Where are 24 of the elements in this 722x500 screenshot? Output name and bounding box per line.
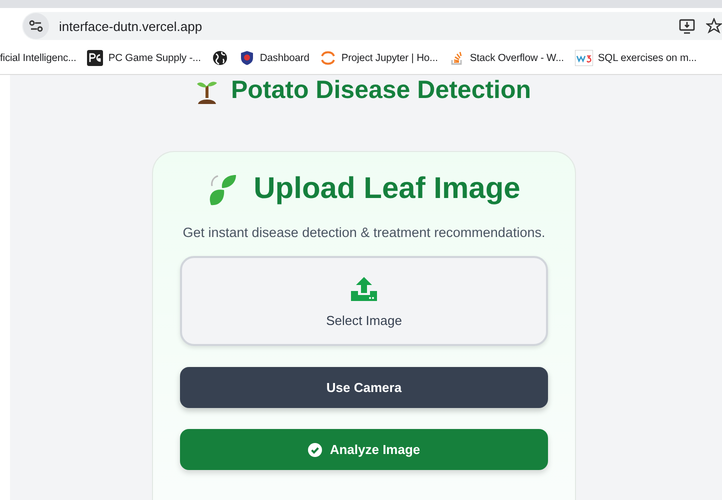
w3r-logo-icon [574, 50, 593, 66]
shield-icon [238, 50, 255, 66]
check-circle-icon [308, 442, 322, 456]
use-camera-button[interactable]: Use Camera [180, 367, 548, 408]
star-icon[interactable] [706, 18, 722, 34]
bookmark[interactable]: Stack Overflow - W... [448, 50, 564, 66]
install-app-icon[interactable] [678, 17, 696, 35]
card-heading: Upload Leaf Image [254, 172, 520, 206]
analyze-image-button[interactable]: Analyze Image [180, 429, 548, 470]
pc-logo-icon [87, 50, 104, 66]
arc-logo-icon [320, 50, 336, 66]
url-text: interface-dutn.vercel.app [59, 18, 202, 34]
globe-icon[interactable] [212, 50, 228, 66]
bookmark[interactable]: PC Game Supply -... [87, 50, 201, 66]
site-settings-icon[interactable] [23, 13, 49, 39]
bookmark[interactable]: ficial Intelligenc... [0, 52, 76, 64]
page-title: Potato Disease Detection [230, 76, 532, 105]
upload-icon [350, 274, 378, 302]
card-subtitle: Get instant disease detection & treatment recommendations. [182, 224, 546, 242]
address-bar[interactable]: interface-dutn.vercel.app [22, 12, 722, 40]
bookmark[interactable]: Dashboard [238, 50, 310, 66]
bookmark[interactable]: Project Jupyter | Ho... [320, 50, 438, 66]
select-image-button[interactable]: Select Image [180, 256, 548, 346]
bookmark[interactable]: SQL exercises on m... [574, 50, 697, 66]
